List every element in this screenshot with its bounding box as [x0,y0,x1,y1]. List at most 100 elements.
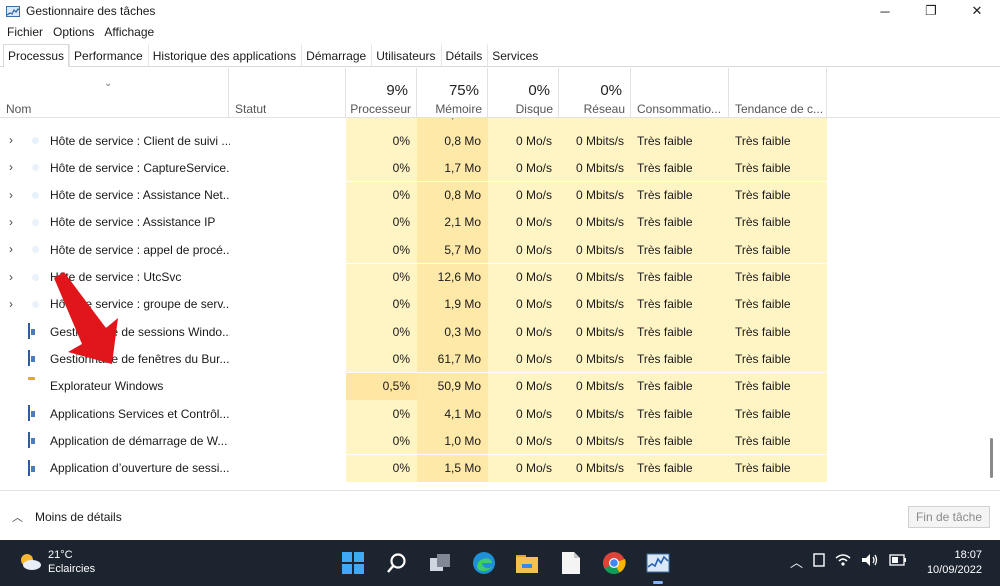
disk-value: 0 Mo/s [488,454,559,482]
power-value: Très faible [631,372,729,400]
col-cpu[interactable]: 9% Processeur [346,68,417,118]
table-row[interactable]: › Hôte de service : Client de suivi ... 0%… [0,127,990,154]
process-name: Hôte de service : UtcSvc [50,270,182,284]
process-name: Application de démarrage de W... [50,433,228,448]
chrome-icon[interactable] [599,548,629,578]
disk-value: 0 Mo/s [488,236,559,264]
volume-icon[interactable] [861,553,879,570]
tab-demarrage[interactable]: Démarrage [301,44,372,66]
col-status[interactable]: Statut [229,68,346,118]
table-row[interactable]: › Hôte de service : Assistance Net... 0% 0,… [0,181,990,209]
process-name: Application d’ouverture de sessi... [50,461,230,476]
network-value: 0 Mbits/s [559,154,631,182]
memory-value: 0,8 Mo [417,181,488,209]
memory-value: 0,3 Mo [417,318,488,346]
table-row[interactable]: Explorateur Windows 0,5% 50,9 Mo 0 Mo/s 0 Mb… [0,372,990,400]
table-row[interactable]: › Hôte de service : groupe de serv... 0% 1,… [0,290,990,318]
app-window-icon [28,459,30,476]
expand-chevron-icon[interactable]: › [6,297,16,311]
table-row[interactable]: Gestionnaire de sessions Windo... 0% 0,3 M… [0,318,990,346]
task-manager-icon[interactable] [643,548,673,584]
cpu-value: 0% [346,208,417,236]
windows-start-icon[interactable] [338,548,368,578]
cpu-value: 0% [346,318,417,346]
taskbar-apps [338,548,686,584]
menu-bar: Fichier Options Affichage [0,22,159,42]
expand-chevron-icon[interactable]: › [6,160,16,174]
tablet-icon[interactable] [813,553,825,570]
chevron-up-icon[interactable]: ︿ [790,552,803,571]
col-disk[interactable]: 0% Disque [488,68,559,118]
power-trend-value: Très faible [729,263,827,291]
expand-chevron-icon[interactable]: › [6,133,16,147]
close-button[interactable]: ✕ [954,0,1000,22]
network-value: 0 Mbits/s [559,372,631,400]
network-value: 0 Mbits/s [559,263,631,291]
power-value: Très faible [631,263,729,291]
end-task-button[interactable]: Fin de tâche [908,506,990,528]
network-value: 0 Mbits/s [559,400,631,427]
power-value: Très faible [631,318,729,346]
table-row[interactable]: Gestionnaire de fenêtres du Bur... 0% 61,7… [0,345,990,373]
notepad-icon[interactable] [556,548,586,578]
expand-chevron-icon[interactable]: › [6,188,16,202]
table-row[interactable]: › Hôte de service : UtcSvc 0% 12,6 Mo 0 Mo/s… [0,263,990,291]
menu-affichage[interactable]: Affichage [99,25,159,39]
memory-value: 2,1 Mo [417,208,488,236]
tab-utilisateurs[interactable]: Utilisateurs [371,44,441,66]
table-row[interactable]: › Hôte de service : Client DHCP 0% 1,0 M… [0,118,990,127]
memory-value: 12,6 Mo [417,263,488,291]
power-value: Très faible [631,454,729,482]
disk-value: 0 Mo/s [488,154,559,182]
minimize-button[interactable]: ─ [862,0,908,22]
process-name: Hôte de service : Client de suivi ... [50,133,230,148]
col-power[interactable]: Consommatio... [631,68,729,118]
power-value: Très faible [631,181,729,209]
tab-performance[interactable]: Performance [69,44,148,66]
search-icon[interactable] [382,548,412,578]
expand-chevron-icon[interactable]: › [6,118,16,120]
table-row[interactable]: › Hôte de service : Assistance IP 0% 2,1 Mo… [0,208,990,236]
taskbar: 21°C Eclaircies ︿ 18:07 10/09/2022 [0,540,1000,586]
file-explorer-icon[interactable] [512,548,542,578]
wifi-icon[interactable] [835,553,851,570]
battery-icon[interactable] [889,554,907,569]
vertical-scrollbar[interactable] [988,118,996,490]
menu-fichier[interactable]: Fichier [2,25,48,39]
task-view-icon[interactable] [425,548,455,578]
tab-services[interactable]: Services [487,44,544,66]
clock[interactable]: 18:07 10/09/2022 [927,548,982,578]
edge-icon[interactable] [469,548,499,578]
col-memory[interactable]: 75% Mémoire [417,68,488,118]
cpu-value: 0% [346,400,417,427]
col-network[interactable]: 0% Réseau [559,68,631,118]
weather-widget[interactable]: 21°C Eclaircies [18,548,95,576]
memory-value: 50,9 Mo [417,372,488,400]
less-details-button[interactable]: ︿ Moins de détails [12,509,122,525]
power-value: Très faible [631,400,729,427]
power-value: Très faible [631,127,729,154]
network-value: 0 Mbits/s [559,290,631,318]
table-row[interactable]: Applications Services et Contrôl... 0% 4,1… [0,400,990,427]
weather-desc: Eclaircies [48,563,96,575]
table-row[interactable]: Application d’ouverture de sessi... 0% 1,5… [0,454,990,482]
col-power-trend[interactable]: Tendance de c... [729,68,827,118]
tab-processus[interactable]: Processus [3,44,70,67]
maximize-button[interactable]: ❐ [908,0,954,22]
process-name: Applications Services et Contrôl... [50,406,230,421]
tab-historique[interactable]: Historique des applications [147,44,302,66]
table-row[interactable]: › Hôte de service : appel de procé... 0% 5,… [0,236,990,264]
network-value: 0 Mbits/s [559,208,631,236]
memory-value: 1,0 Mo [417,427,488,455]
expand-chevron-icon[interactable]: › [6,270,16,284]
menu-options[interactable]: Options [48,25,99,39]
table-row[interactable]: Application de démarrage de W... 0% 1,0 Mo… [0,427,990,455]
table-row[interactable]: › Hôte de service : CaptureService... 0% 1,… [0,154,990,182]
tab-details[interactable]: Détails [440,44,488,66]
expand-chevron-icon[interactable]: › [6,242,16,256]
scroll-thumb[interactable] [990,438,993,478]
col-name[interactable]: ⌄ Nom [0,68,229,118]
app-window-icon [28,350,30,367]
expand-chevron-icon[interactable]: › [6,215,16,229]
network-value: 0 Mbits/s [559,318,631,346]
